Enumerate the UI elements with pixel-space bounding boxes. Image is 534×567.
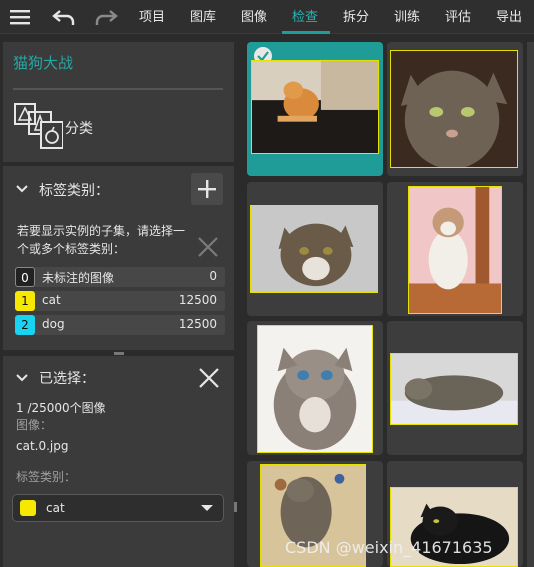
label-category-field-label: 标签类别： [16, 470, 77, 484]
cat-photo-2 [390, 50, 518, 168]
label-row-cat[interactable]: 1 cat 12500 [15, 291, 225, 311]
top-toolbar: 项目 图库 图像 检查 拆分 训练 评估 导出 [0, 0, 534, 34]
chevron-down-icon[interactable] [14, 181, 30, 197]
label-count: 0 [209, 269, 217, 283]
label-filter-hint: 若要显示实例的子集，请选择一个或多个标签类别： [17, 224, 186, 256]
label-row-unlabeled[interactable]: 0 未标注的图像 0 [15, 267, 225, 287]
classification-icon [13, 102, 64, 150]
cat-photo-6 [390, 353, 518, 425]
menu-evaluate[interactable]: 评估 [445, 6, 471, 25]
project-title: 猫狗大战 [13, 54, 74, 72]
menu-train[interactable]: 训练 [394, 6, 420, 25]
label-count: 12500 [178, 317, 217, 331]
label-color-swatch [20, 500, 36, 516]
redo-icon[interactable] [92, 3, 120, 31]
selection-count: 1 /25000个图像 [16, 401, 106, 415]
label-count: 12500 [178, 293, 217, 307]
splitter-handle[interactable] [234, 502, 237, 512]
gallery-item[interactable] [247, 321, 383, 455]
label-name: dog [42, 317, 65, 331]
image-field-label: 图像： [16, 418, 53, 432]
label-select-value: cat [46, 501, 65, 515]
menu-split[interactable]: 拆分 [343, 6, 369, 25]
gallery-item[interactable] [247, 42, 383, 176]
undo-icon[interactable] [50, 3, 78, 31]
gallery-item[interactable] [387, 42, 523, 176]
close-selection-icon[interactable] [196, 365, 222, 391]
menu-inspect[interactable]: 检查 [292, 6, 318, 25]
label-row-dog[interactable]: 2 dog 12500 [15, 315, 225, 335]
label-index-badge: 2 [15, 315, 35, 335]
cat-photo-1 [251, 60, 379, 154]
label-categories-title: 标签类别： [39, 183, 109, 199]
selection-panel: 已选择： 1 /25000个图像 图像： cat.0.jpg 标签类别： [3, 356, 234, 567]
chevron-down-icon[interactable] [14, 370, 30, 386]
gallery-item-partial [527, 42, 534, 567]
gallery-item[interactable] [387, 182, 523, 316]
hamburger-menu-icon[interactable] [6, 3, 34, 31]
selection-title: 已选择： [39, 371, 95, 387]
watermark: CSDN @weixin_41671635 [285, 538, 493, 557]
add-label-button[interactable] [191, 173, 223, 205]
menu-gallery[interactable]: 图库 [190, 6, 216, 25]
menu-export[interactable]: 导出 [496, 6, 522, 25]
label-select-dropdown[interactable]: cat [12, 494, 224, 522]
gallery-item[interactable] [247, 182, 383, 316]
label-categories-panel: 标签类别： 若要显示实例的子集，请选择一个或多个标签类别： 0 未标注的图像 0… [3, 166, 234, 350]
cat-photo-3 [250, 205, 378, 293]
cat-photo-4 [408, 186, 502, 314]
label-index-badge: 1 [15, 291, 35, 311]
project-panel: 猫狗大战 分类 [3, 42, 234, 162]
cat-photo-5 [257, 325, 373, 453]
image-gallery [240, 34, 534, 567]
divider [13, 88, 223, 90]
label-name: 未标注的图像 [42, 271, 115, 285]
dropdown-arrow-icon [201, 505, 213, 511]
menu-image[interactable]: 图像 [241, 6, 267, 25]
task-type-label: 分类 [65, 121, 93, 137]
gallery-item[interactable] [387, 321, 523, 455]
label-name: cat [42, 293, 61, 307]
menu-project[interactable]: 项目 [139, 6, 165, 25]
image-filename: cat.0.jpg [16, 439, 69, 453]
clear-filter-icon[interactable] [195, 234, 221, 260]
label-index-badge: 0 [15, 267, 35, 287]
panel-resize-handle[interactable] [114, 352, 124, 355]
